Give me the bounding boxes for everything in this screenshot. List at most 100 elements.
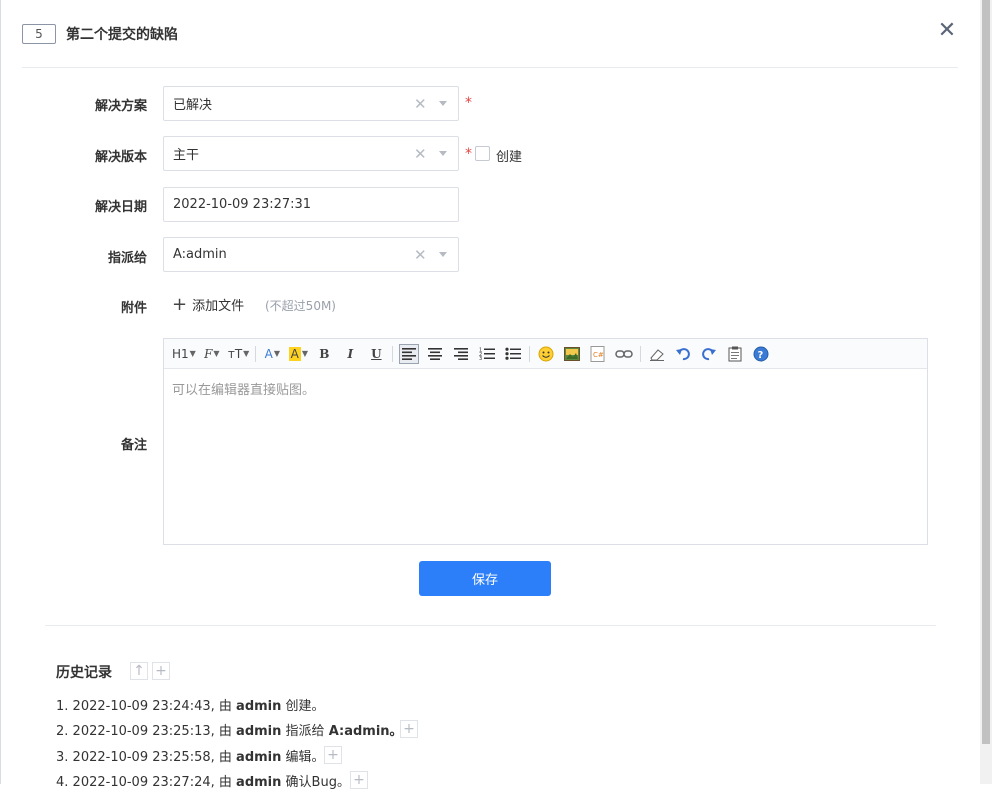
history-item: 2. 2022-10-09 23:25:13, 由 admin 指派给 A:ad…	[56, 720, 403, 739]
create-build-checkbox[interactable]	[475, 146, 490, 161]
help-icon[interactable]: ?	[751, 344, 771, 364]
comment-editor[interactable]: H1 ▼ F ▼ тT ▼ A ▼ A ▼ B I U 123 C# ? 可以在…	[163, 338, 928, 545]
add-file-button[interactable]: + 添加文件	[172, 295, 244, 314]
expand-icon[interactable]: +	[350, 771, 368, 789]
clear-icon[interactable]: ✕	[414, 95, 427, 113]
history-time: 2022-10-09 23:24:43,	[72, 699, 215, 714]
font-family-label: F	[204, 346, 213, 361]
history-target: A:admin。	[328, 724, 403, 739]
history-divider	[45, 625, 936, 626]
history-item: 3. 2022-10-09 23:25:58, 由 admin 编辑。	[56, 746, 325, 765]
dialog-header: 5 第二个提交的缺陷	[22, 22, 178, 46]
assign-value: A:admin	[173, 247, 227, 262]
resolved-date-input[interactable]: 2022-10-09 23:27:31	[163, 187, 459, 222]
history-by: 由	[218, 699, 232, 714]
resolution-select[interactable]: 已解决 ✕	[163, 86, 459, 121]
font-color-label: A	[264, 346, 273, 361]
expand-icon[interactable]: +	[400, 720, 418, 738]
svg-text:C#: C#	[593, 351, 604, 359]
link-icon[interactable]	[614, 344, 634, 364]
scrollbar[interactable]	[980, 0, 992, 784]
history-user: admin	[236, 750, 282, 765]
history-action: 编辑。	[285, 750, 325, 765]
image-icon[interactable]	[562, 344, 582, 364]
bg-color-label: A	[288, 346, 301, 361]
clear-icon[interactable]: ✕	[414, 145, 427, 163]
resolution-label: 解决方案	[94, 99, 147, 114]
add-file-label: 添加文件	[192, 299, 245, 314]
files-label: 附件	[120, 301, 147, 316]
history-num: 1.	[56, 699, 69, 714]
required-mark: *	[465, 95, 472, 111]
editor-content[interactable]: 可以在编辑器直接贴图。	[164, 369, 927, 408]
history-action: 指派给	[285, 724, 325, 739]
history-action: 创建。	[285, 699, 325, 714]
paste-icon[interactable]	[725, 344, 745, 364]
comment-label: 备注	[120, 438, 147, 453]
history-user: admin	[236, 775, 282, 790]
history-by: 由	[218, 750, 232, 765]
bg-color-button[interactable]: A ▼	[288, 344, 308, 364]
underline-button[interactable]: U	[366, 344, 386, 364]
assign-label: 指派给	[107, 251, 147, 266]
eraser-icon[interactable]	[647, 344, 667, 364]
expand-all-icon[interactable]: +	[152, 662, 170, 680]
editor-toolbar: H1 ▼ F ▼ тT ▼ A ▼ A ▼ B I U 123 C# ?	[164, 339, 927, 369]
dialog-title: 第二个提交的缺陷	[66, 27, 178, 43]
toolbar-separator	[529, 345, 531, 362]
align-right-icon[interactable]	[451, 344, 471, 364]
history-by: 由	[218, 724, 232, 739]
resolve-bug-dialog: 5 第二个提交的缺陷 ✕ 解决方案 已解决 ✕ * 解决版本 主干 ✕ * 创建…	[0, 0, 992, 790]
arrow-up-icon[interactable]: ↑	[130, 662, 148, 680]
history-time: 2022-10-09 23:25:13,	[72, 724, 215, 739]
history-title: 历史记录	[56, 665, 112, 681]
chevron-down-icon[interactable]	[439, 101, 447, 106]
toolbar-separator	[255, 345, 257, 362]
code-icon[interactable]: C#	[588, 344, 608, 364]
history-user: admin	[236, 699, 282, 714]
history-user: admin	[236, 724, 282, 739]
bold-button[interactable]: B	[314, 344, 334, 364]
history-num: 3.	[56, 750, 69, 765]
ordered-list-icon[interactable]: 123	[477, 344, 497, 364]
create-build-label[interactable]: 创建	[496, 146, 522, 165]
save-button[interactable]: 保存	[419, 561, 551, 596]
font-family-button[interactable]: F ▼	[202, 344, 222, 364]
clear-icon[interactable]: ✕	[414, 246, 427, 264]
dialog-left-border	[0, 0, 1, 784]
history-num: 2.	[56, 724, 69, 739]
italic-button[interactable]: I	[340, 344, 360, 364]
chevron-down-icon[interactable]	[439, 151, 447, 156]
svg-text:3: 3	[479, 356, 482, 360]
file-size-limit: (不超过50M)	[265, 299, 336, 313]
font-size-button[interactable]: тT ▼	[228, 344, 249, 364]
scrollbar-thumb[interactable]	[982, 0, 990, 744]
history-num: 4.	[56, 775, 69, 790]
close-icon[interactable]: ✕	[936, 16, 958, 44]
build-select[interactable]: 主干 ✕	[163, 136, 459, 171]
svg-text:?: ?	[758, 350, 764, 361]
history-time: 2022-10-09 23:27:24,	[72, 775, 215, 790]
bullet-list-icon[interactable]	[503, 344, 523, 364]
history-by: 由	[218, 775, 232, 790]
chevron-down-icon[interactable]	[439, 252, 447, 257]
font-size-label: тT	[227, 346, 243, 361]
build-label: 解决版本	[94, 150, 147, 165]
required-mark: *	[465, 146, 472, 162]
history-time: 2022-10-09 23:25:58,	[72, 750, 215, 765]
build-value: 主干	[173, 148, 200, 163]
redo-icon[interactable]	[699, 344, 719, 364]
toolbar-separator	[640, 345, 642, 362]
emoticon-icon[interactable]	[536, 344, 556, 364]
history-action: 确认Bug。	[285, 775, 350, 790]
align-center-icon[interactable]	[425, 344, 445, 364]
bug-id-badge: 5	[22, 24, 56, 44]
assign-select[interactable]: A:admin ✕	[163, 237, 459, 272]
font-color-button[interactable]: A ▼	[262, 344, 282, 364]
expand-icon[interactable]: +	[324, 746, 342, 764]
heading-label: H1	[172, 346, 189, 361]
align-left-icon[interactable]	[399, 343, 420, 364]
date-label: 解决日期	[94, 200, 147, 215]
heading-button[interactable]: H1 ▼	[172, 344, 196, 364]
undo-icon[interactable]	[673, 344, 693, 364]
